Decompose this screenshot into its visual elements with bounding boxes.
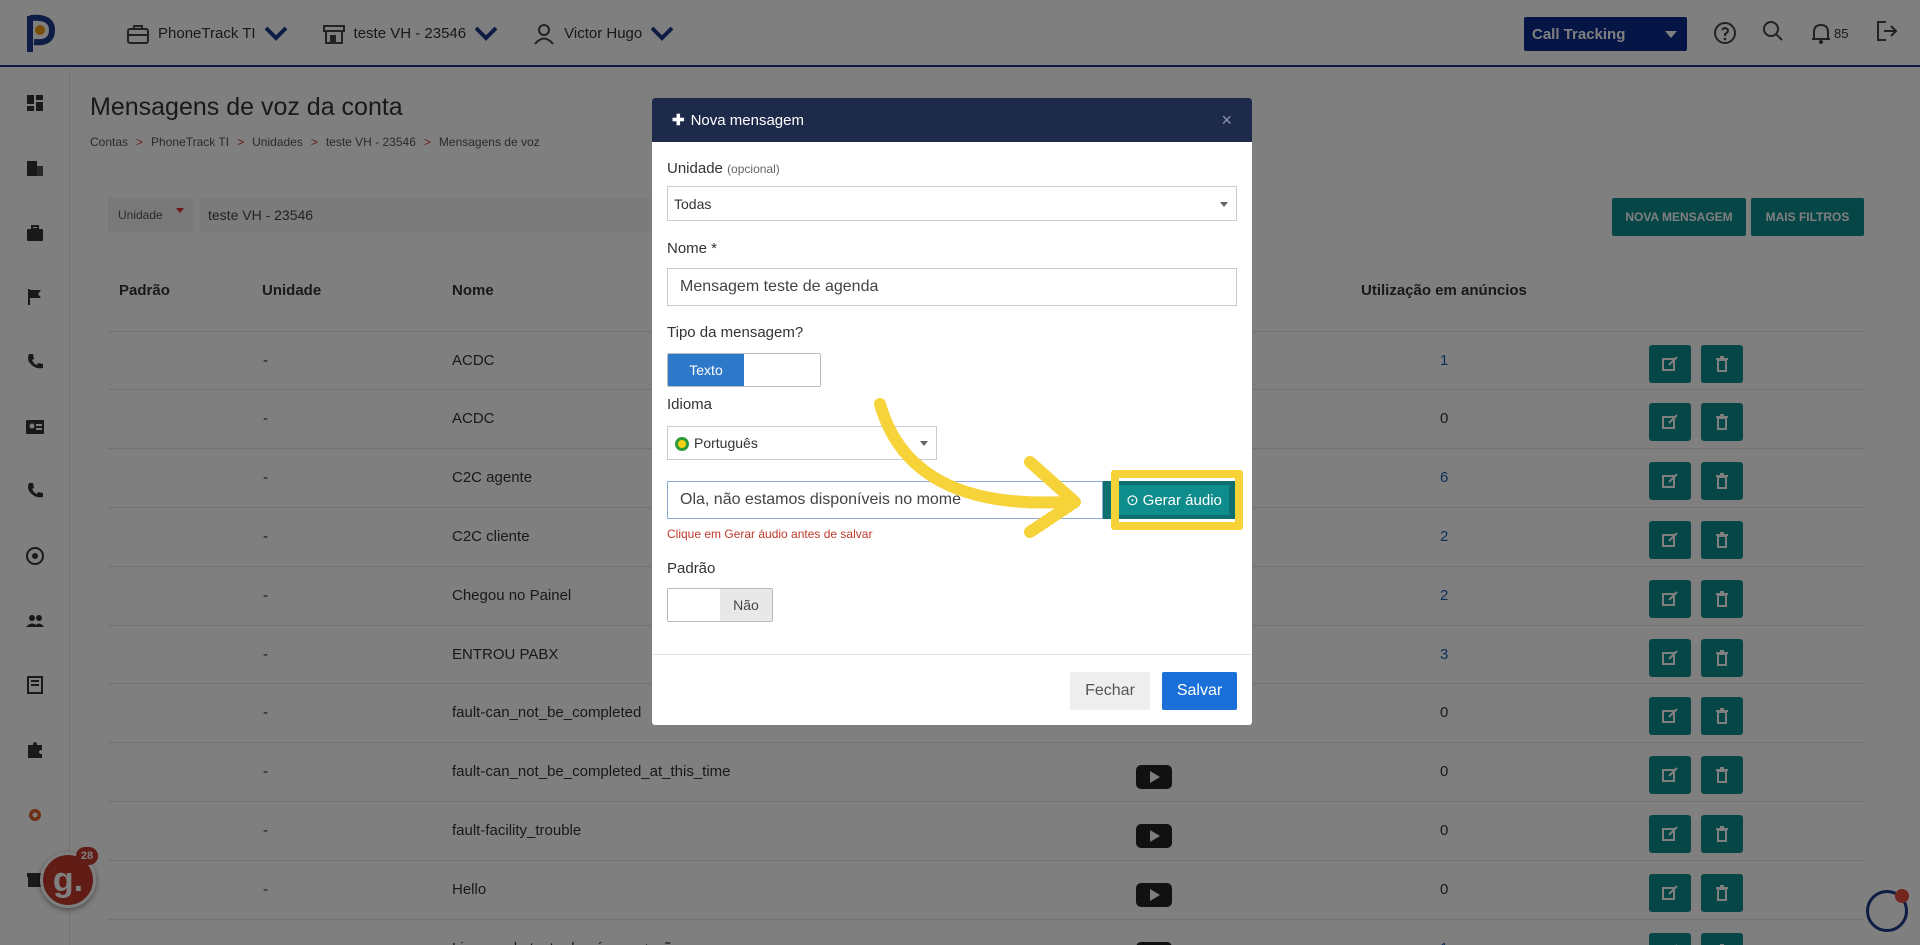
language-label: Idioma <box>667 396 713 413</box>
footer-divider <box>652 654 1252 655</box>
error-message: Clique em Gerar áudio antes de salvar <box>667 527 873 541</box>
modal-title: Nova mensagem <box>690 111 804 129</box>
annotation-arrow-icon <box>874 398 1081 538</box>
unit-label-text: Unidade <box>667 160 723 177</box>
default-label: Padrão <box>667 560 716 577</box>
default-toggle-off <box>668 589 720 621</box>
unit-select-value: Todas <box>674 195 712 212</box>
type-toggle-off <box>744 354 820 386</box>
modal-header: ✚ Nova mensagem × <box>652 98 1252 142</box>
type-toggle-on: Texto <box>668 354 744 386</box>
brazil-flag-icon <box>675 437 689 451</box>
highlight-box <box>1111 470 1243 530</box>
default-toggle[interactable]: Não <box>667 588 773 622</box>
language-select-value: Português <box>694 435 758 451</box>
close-button[interactable]: Fechar <box>1070 672 1150 710</box>
type-label: Tipo da mensagem? <box>667 324 804 341</box>
name-input[interactable]: Mensagem teste de agenda <box>667 268 1237 306</box>
type-toggle[interactable]: Texto <box>667 353 821 387</box>
plus-icon: ✚ <box>672 112 685 129</box>
save-button[interactable]: Salvar <box>1162 672 1237 710</box>
unit-optional-text: (opcional) <box>727 162 780 176</box>
close-icon[interactable]: × <box>1221 110 1232 131</box>
default-toggle-value: Não <box>720 589 772 621</box>
unit-label: Unidade (opcional) <box>667 160 780 177</box>
unit-select[interactable]: Todas <box>667 186 1237 221</box>
name-label: Nome * <box>667 240 718 257</box>
caret-down-icon <box>1220 202 1228 207</box>
